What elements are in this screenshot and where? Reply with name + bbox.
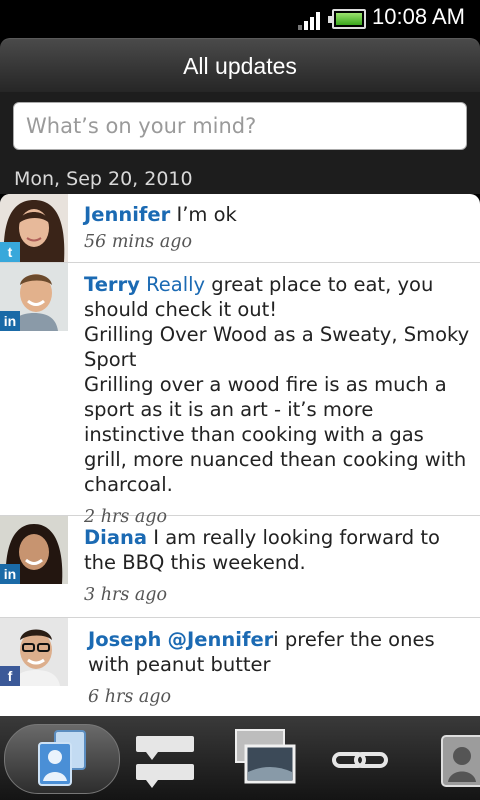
avatar-jennifer[interactable]: t	[0, 194, 68, 262]
post-link-summary: Grilling over a wood fire is as much a s…	[84, 373, 467, 496]
nav-links-tab[interactable]	[318, 724, 402, 794]
post-timestamp: 56 mins ago	[84, 232, 193, 252]
photos-icon	[235, 729, 296, 784]
status-bar: 10:08 AM	[0, 0, 480, 38]
updates-list-icon	[136, 736, 194, 788]
signal-strength-icon	[298, 12, 322, 30]
twitter-icon: t	[0, 242, 20, 262]
post-link-text[interactable]: Really	[146, 273, 205, 296]
mention-tag[interactable]: @Jennifer	[168, 628, 274, 651]
linkedin-icon: in	[0, 564, 20, 584]
author-name[interactable]: Joseph	[88, 628, 161, 651]
linkedin-icon: in	[0, 311, 20, 331]
facebook-icon: f	[0, 666, 20, 686]
author-name[interactable]: Jennifer	[84, 203, 170, 226]
bottom-nav	[0, 716, 480, 800]
contact-card-icon	[441, 735, 480, 787]
nav-people-tab[interactable]	[4, 724, 120, 794]
post-content: Diana I am really looking forward to the…	[84, 525, 470, 608]
avatar-diana[interactable]: in	[0, 516, 68, 584]
page-title: All updates	[183, 53, 297, 79]
nav-profile-tab[interactable]	[420, 724, 480, 794]
status-update-input[interactable]	[13, 102, 467, 150]
post-content: Joseph @Jenniferi prefer the ones with p…	[88, 627, 474, 710]
post-content: Terry Really great place to eat, you sho…	[84, 272, 470, 530]
author-name[interactable]: Diana	[84, 526, 147, 549]
composer-area	[0, 92, 480, 164]
link-icon	[332, 752, 388, 768]
status-clock: 10:08 AM	[372, 4, 465, 29]
feed-item-joseph[interactable]: f Joseph @Jenniferi prefer the ones with…	[0, 618, 480, 716]
nav-photos-tab[interactable]	[222, 724, 306, 794]
post-text: I’m ok	[170, 203, 237, 226]
post-timestamp: 6 hrs ago	[88, 687, 172, 707]
feed-item-jennifer[interactable]: t Jennifer I’m ok 56 mins ago	[0, 194, 480, 263]
feed-item-diana[interactable]: in Diana I am really looking forward to …	[0, 516, 480, 618]
post-link-title: Grilling Over Wood as a Sweaty, Smoky Sp…	[84, 323, 470, 371]
post-content: Jennifer I’m ok 56 mins ago	[84, 202, 470, 255]
people-icon	[38, 730, 86, 786]
battery-icon	[328, 9, 366, 29]
updates-feed[interactable]: t Jennifer I’m ok 56 mins ago in Terry R…	[0, 194, 480, 716]
avatar-joseph[interactable]: f	[0, 618, 68, 686]
feed-item-terry[interactable]: in Terry Really great place to eat, you …	[0, 263, 480, 527]
title-bar: All updates	[0, 38, 480, 92]
post-timestamp: 3 hrs ago	[84, 585, 168, 605]
nav-updates-tab[interactable]	[124, 724, 208, 794]
avatar-terry[interactable]: in	[0, 263, 68, 331]
date-header: Mon, Sep 20, 2010	[0, 164, 480, 194]
author-name[interactable]: Terry	[84, 273, 140, 296]
